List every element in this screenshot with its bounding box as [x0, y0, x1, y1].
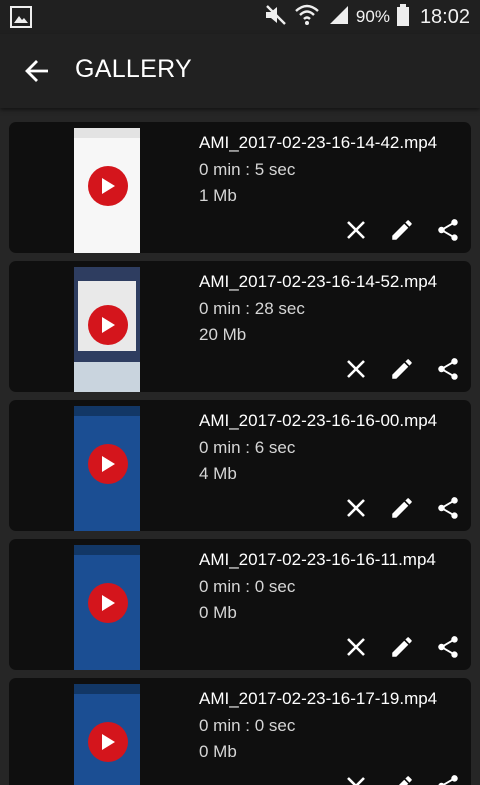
wifi-icon	[294, 3, 320, 32]
video-size: 0 Mb	[199, 603, 237, 622]
share-icon[interactable]	[435, 773, 461, 785]
close-icon[interactable]	[343, 356, 369, 382]
video-list[interactable]: AMI_2017-02-23-16-14-42.mp4 0 min : 5 se…	[0, 108, 480, 785]
video-duration: 0 min : 5 sec	[199, 160, 296, 179]
mute-icon	[264, 4, 288, 31]
video-size: 4 Mb	[199, 464, 237, 483]
play-icon[interactable]	[88, 583, 128, 623]
play-icon[interactable]	[88, 722, 128, 762]
video-list-item[interactable]: AMI_2017-02-23-16-16-11.mp4 0 min : 0 se…	[9, 539, 471, 670]
video-thumbnail[interactable]	[66, 122, 148, 253]
video-thumbnail[interactable]	[66, 261, 148, 392]
edit-pencil-icon[interactable]	[389, 495, 415, 521]
battery-icon	[396, 3, 410, 32]
status-bar: 90% 18:02	[0, 0, 480, 34]
app-bar: GALLERY	[0, 34, 480, 108]
video-duration: 0 min : 6 sec	[199, 438, 296, 457]
video-list-item[interactable]: AMI_2017-02-23-16-14-42.mp4 0 min : 5 se…	[9, 122, 471, 253]
video-thumbnail[interactable]	[66, 539, 148, 670]
edit-pencil-icon[interactable]	[389, 634, 415, 660]
share-icon[interactable]	[435, 356, 461, 382]
arrow-left-icon[interactable]	[20, 54, 54, 88]
page-title: GALLERY	[75, 55, 192, 83]
edit-pencil-icon[interactable]	[389, 217, 415, 243]
gallery-notification-icon	[10, 6, 32, 33]
video-size: 0 Mb	[199, 742, 237, 761]
play-icon[interactable]	[88, 166, 128, 206]
video-size: 20 Mb	[199, 325, 247, 344]
video-thumbnail[interactable]	[66, 678, 148, 785]
video-file-name: AMI_2017-02-23-16-17-19.mp4	[199, 689, 438, 708]
video-file-name: AMI_2017-02-23-16-14-52.mp4	[199, 272, 438, 291]
video-duration: 0 min : 0 sec	[199, 577, 296, 596]
battery-percent: 90%	[355, 7, 390, 26]
share-icon[interactable]	[435, 495, 461, 521]
close-icon[interactable]	[343, 495, 369, 521]
video-list-item[interactable]: AMI_2017-02-23-16-16-00.mp4 0 min : 6 se…	[9, 400, 471, 531]
play-icon[interactable]	[88, 444, 128, 484]
video-file-name: AMI_2017-02-23-16-16-11.mp4	[199, 550, 436, 569]
share-icon[interactable]	[435, 217, 461, 243]
video-duration: 0 min : 28 sec	[199, 299, 305, 318]
play-icon[interactable]	[88, 305, 128, 345]
edit-pencil-icon[interactable]	[389, 356, 415, 382]
video-file-name: AMI_2017-02-23-16-14-42.mp4	[199, 133, 438, 152]
video-size: 1 Mb	[199, 186, 237, 205]
video-list-item[interactable]: AMI_2017-02-23-16-14-52.mp4 0 min : 28 s…	[9, 261, 471, 392]
signal-icon	[326, 4, 350, 31]
edit-pencil-icon[interactable]	[389, 773, 415, 785]
video-list-item[interactable]: AMI_2017-02-23-16-17-19.mp4 0 min : 0 se…	[9, 678, 471, 785]
video-duration: 0 min : 0 sec	[199, 716, 296, 735]
close-icon[interactable]	[343, 217, 369, 243]
close-icon[interactable]	[343, 634, 369, 660]
video-thumbnail[interactable]	[66, 400, 148, 531]
video-file-name: AMI_2017-02-23-16-16-00.mp4	[199, 411, 438, 430]
share-icon[interactable]	[435, 634, 461, 660]
close-icon[interactable]	[343, 773, 369, 785]
status-time: 18:02	[419, 5, 470, 28]
